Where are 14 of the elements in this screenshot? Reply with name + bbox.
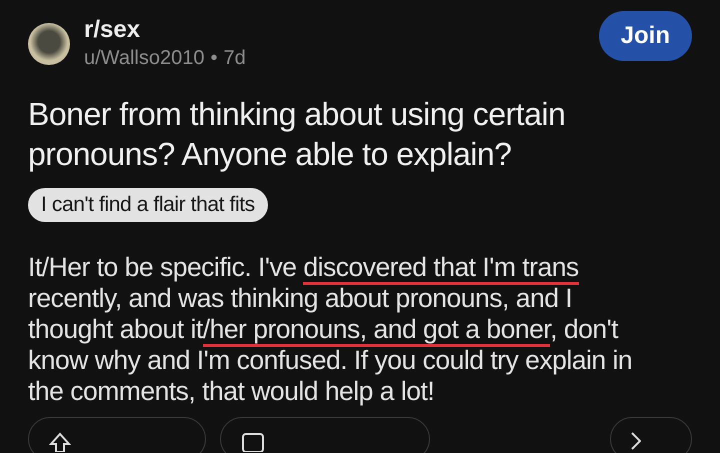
community-name[interactable]: r/sex (84, 16, 599, 44)
post-body: It/Her to be specific. I've discovered that I'm trans recently, and was thinking about pronouns, and I thought about it/her pronouns, and got a boner, don't know why and I'm confused. If you could try explain in the comments, that would help a lot! (28, 252, 634, 407)
join-button[interactable]: Join (598, 11, 692, 61)
author-name[interactable]: u/Wallso2010 (84, 44, 204, 72)
community-avatar[interactable] (28, 23, 70, 65)
post-age: 7d (223, 46, 246, 71)
share-button[interactable] (610, 417, 692, 453)
comment-icon (241, 432, 265, 452)
share-icon (631, 432, 641, 450)
post-title: Boner from thinking about using certain pronouns? Anyone able to explain? (28, 95, 566, 174)
upvote-icon[interactable] (49, 432, 71, 452)
separator-dot: • (210, 46, 218, 71)
post-flair[interactable]: I can't find a flair that fits (28, 188, 268, 222)
comments-button[interactable] (220, 417, 430, 453)
